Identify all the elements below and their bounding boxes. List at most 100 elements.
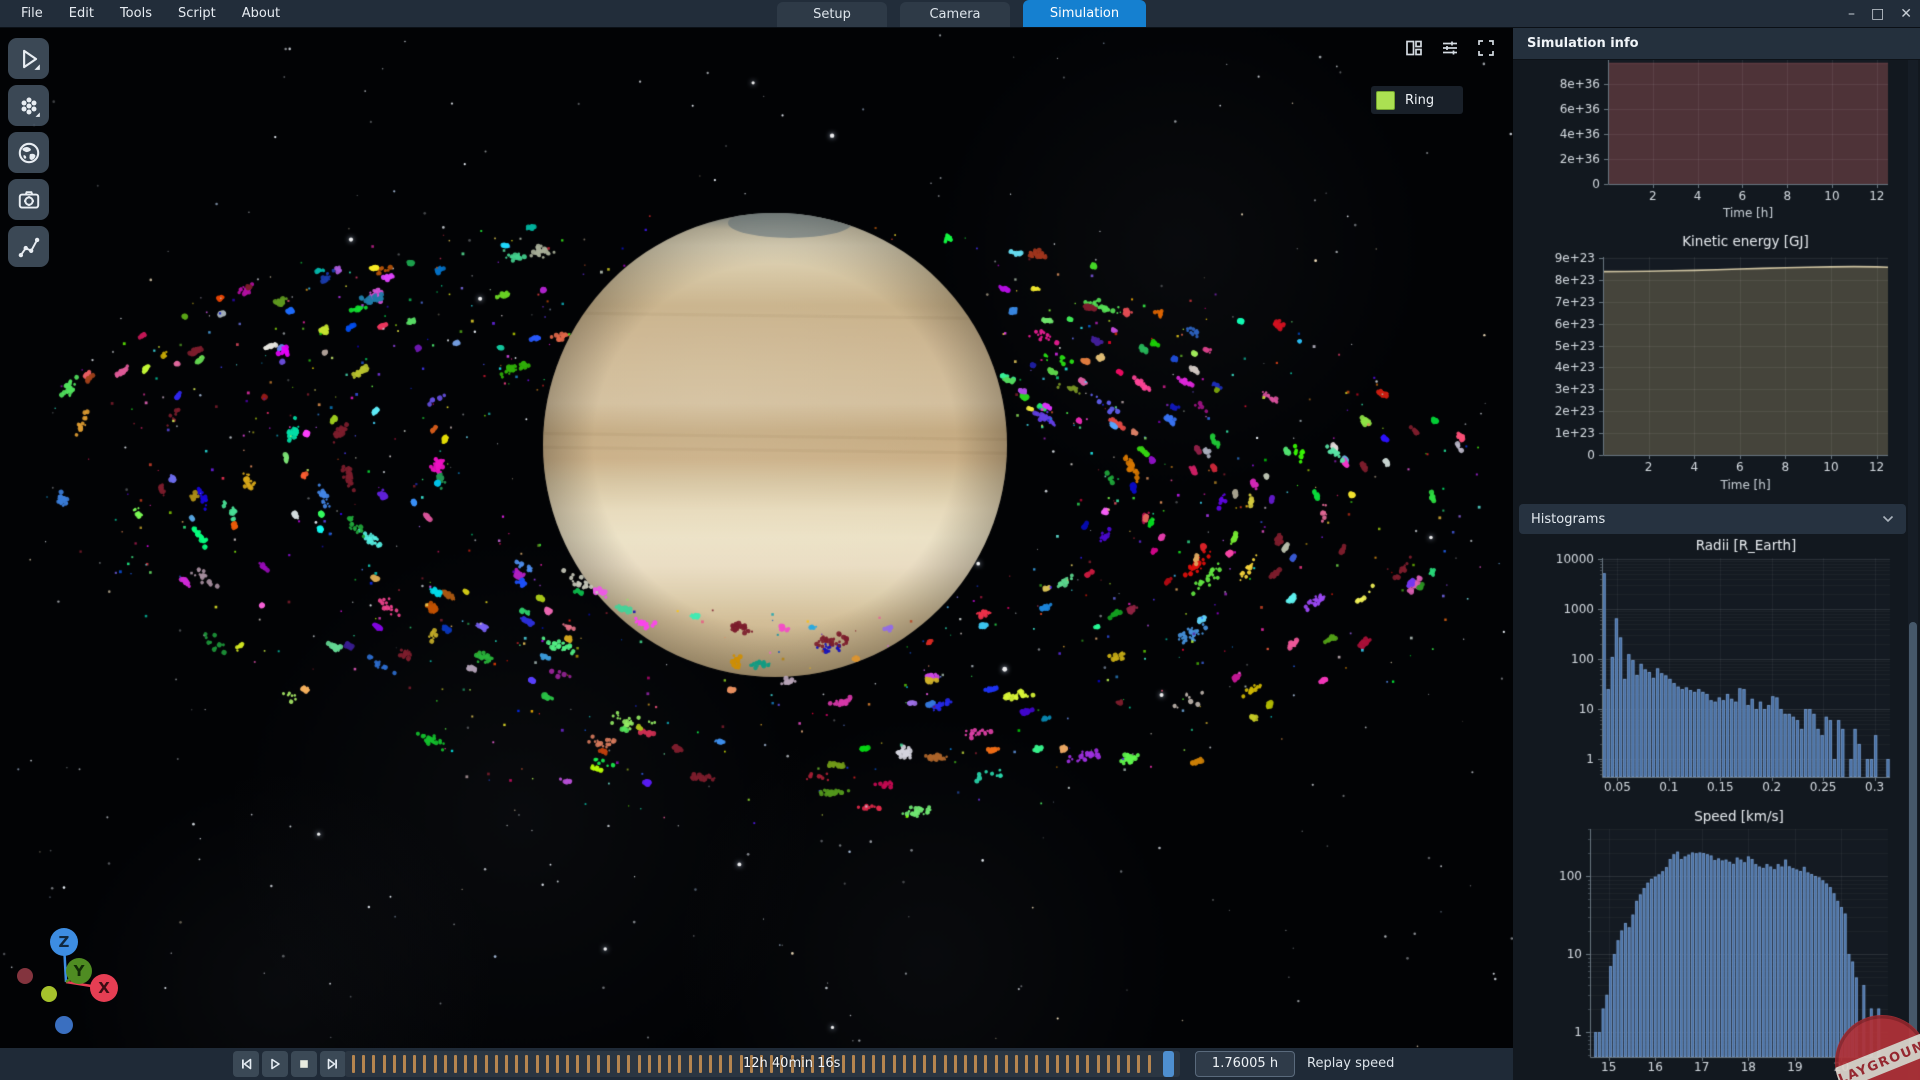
skip-to-start-button[interactable] <box>233 1051 259 1077</box>
timeline-tick <box>648 1055 651 1073</box>
split-view-button[interactable] <box>1404 38 1424 62</box>
fullscreen-icon <box>1476 38 1496 58</box>
title-menu-bar: File Edit Tools Script About Setup Camer… <box>0 0 1920 28</box>
timeline-tick <box>1097 1055 1100 1073</box>
timeline-tick <box>546 1055 549 1073</box>
menu-file[interactable]: File <box>8 6 56 21</box>
timeline-tick <box>923 1055 926 1073</box>
timeline-tick <box>709 1055 712 1073</box>
timeline-tick <box>1107 1055 1110 1073</box>
simulation-info-panel: Simulation info Histograms <box>1513 27 1920 1080</box>
timeline-tick <box>1056 1055 1059 1073</box>
minimize-icon[interactable]: – <box>1848 6 1855 22</box>
timeline-tick <box>872 1055 875 1073</box>
timeline-tick <box>587 1055 590 1073</box>
timeline-tick <box>1127 1055 1130 1073</box>
ring-legend-label: Ring <box>1405 93 1434 108</box>
timeline-tick <box>525 1055 528 1073</box>
timeline-tick <box>505 1055 508 1073</box>
menu-edit[interactable]: Edit <box>56 6 107 21</box>
panel-scrollbar-thumb[interactable] <box>1909 622 1917 1052</box>
stop-button[interactable] <box>291 1051 317 1077</box>
particles-button[interactable] <box>8 85 49 126</box>
timeline-tick <box>454 1055 457 1073</box>
total-quantity-chart <box>1513 60 1906 223</box>
play-icon <box>16 46 42 72</box>
axis-x-label: X <box>98 979 110 997</box>
timeline-tick <box>413 1055 416 1073</box>
skip-to-end-button[interactable] <box>320 1051 346 1077</box>
stop-icon <box>297 1057 311 1071</box>
timeline-tick <box>597 1055 600 1073</box>
globe-icon <box>16 140 42 166</box>
panel-title: Simulation info <box>1513 27 1920 60</box>
timeline-slider[interactable]: 12h 40min 16s <box>345 1051 1180 1077</box>
chevron-down-icon <box>1882 515 1894 523</box>
timeline-tick <box>658 1055 661 1073</box>
menu-tools[interactable]: Tools <box>107 6 165 21</box>
timeline-tick <box>913 1055 916 1073</box>
timeline-tick <box>1137 1055 1140 1073</box>
view-options-button[interactable] <box>1440 38 1460 62</box>
timeline-tick <box>566 1055 569 1073</box>
tab-setup[interactable]: Setup <box>777 2 887 27</box>
node-graph-icon <box>16 234 42 260</box>
close-icon[interactable]: ✕ <box>1900 6 1912 22</box>
timeline-tick <box>383 1055 386 1073</box>
play-button[interactable] <box>262 1051 288 1077</box>
viewport-3d-scene[interactable] <box>0 27 1513 1048</box>
radii-histogram <box>1513 536 1906 802</box>
app-window: File Edit Tools Script About Setup Camer… <box>0 0 1920 1080</box>
timeline-tick <box>1035 1055 1038 1073</box>
timeline-playhead[interactable] <box>1163 1051 1174 1077</box>
timeline-tick <box>1076 1055 1079 1073</box>
axis-neg-y-ball <box>41 986 57 1002</box>
timeline-tick <box>1005 1055 1008 1073</box>
timeline-tick <box>944 1055 947 1073</box>
timeline-tick <box>729 1055 732 1073</box>
camera-settings-icon <box>16 187 42 213</box>
timeline-tick <box>576 1055 579 1073</box>
axis-neg-z-ball <box>55 1016 73 1034</box>
timeline-tick <box>984 1055 987 1073</box>
timeline-tick <box>689 1055 692 1073</box>
kinetic-energy-chart <box>1513 225 1906 497</box>
menu-about[interactable]: About <box>229 6 293 21</box>
main-tabs: Setup Camera Simulation <box>777 0 1146 27</box>
timeline-tick <box>678 1055 681 1073</box>
histograms-section-header[interactable]: Histograms <box>1519 504 1906 534</box>
fullscreen-button[interactable] <box>1476 38 1496 62</box>
timeline-tick <box>485 1055 488 1073</box>
timeline-tick <box>444 1055 447 1073</box>
current-time-field[interactable]: 1.76005 h <box>1195 1051 1295 1077</box>
axis-neg-x-ball <box>17 968 33 984</box>
timeline-tick <box>362 1055 365 1073</box>
menu-script[interactable]: Script <box>165 6 229 21</box>
tab-simulation[interactable]: Simulation <box>1023 0 1146 27</box>
skip-to-start-icon <box>239 1057 253 1071</box>
world-button[interactable] <box>8 132 49 173</box>
timeline-tick <box>1148 1055 1151 1073</box>
run-simulation-button[interactable] <box>8 38 49 79</box>
timeline-tick <box>352 1055 355 1073</box>
ring-legend[interactable]: Ring <box>1371 86 1463 114</box>
window-controls: – □ ✕ <box>1848 0 1912 27</box>
timeline-tick <box>719 1055 722 1073</box>
histograms-label: Histograms <box>1531 512 1605 527</box>
render-settings-button[interactable] <box>8 179 49 220</box>
split-view-icon <box>1404 38 1424 58</box>
timeline-tick <box>933 1055 936 1073</box>
timeline-tick <box>974 1055 977 1073</box>
maximize-icon[interactable]: □ <box>1871 6 1884 22</box>
timeline-tick <box>699 1055 702 1073</box>
replay-speed-label: Replay speed <box>1307 1048 1394 1080</box>
timeline-tick <box>1117 1055 1120 1073</box>
playground-watermark: PLAYGROUND <box>1810 995 1920 1080</box>
plots-button[interactable] <box>8 226 49 267</box>
timeline-tick <box>1015 1055 1018 1073</box>
sliders-icon <box>1440 38 1460 58</box>
tab-camera[interactable]: Camera <box>900 2 1010 27</box>
axis-gizmo[interactable]: Z Y X <box>6 925 130 1041</box>
timeline-tick <box>423 1055 426 1073</box>
timeline-tick <box>862 1055 865 1073</box>
